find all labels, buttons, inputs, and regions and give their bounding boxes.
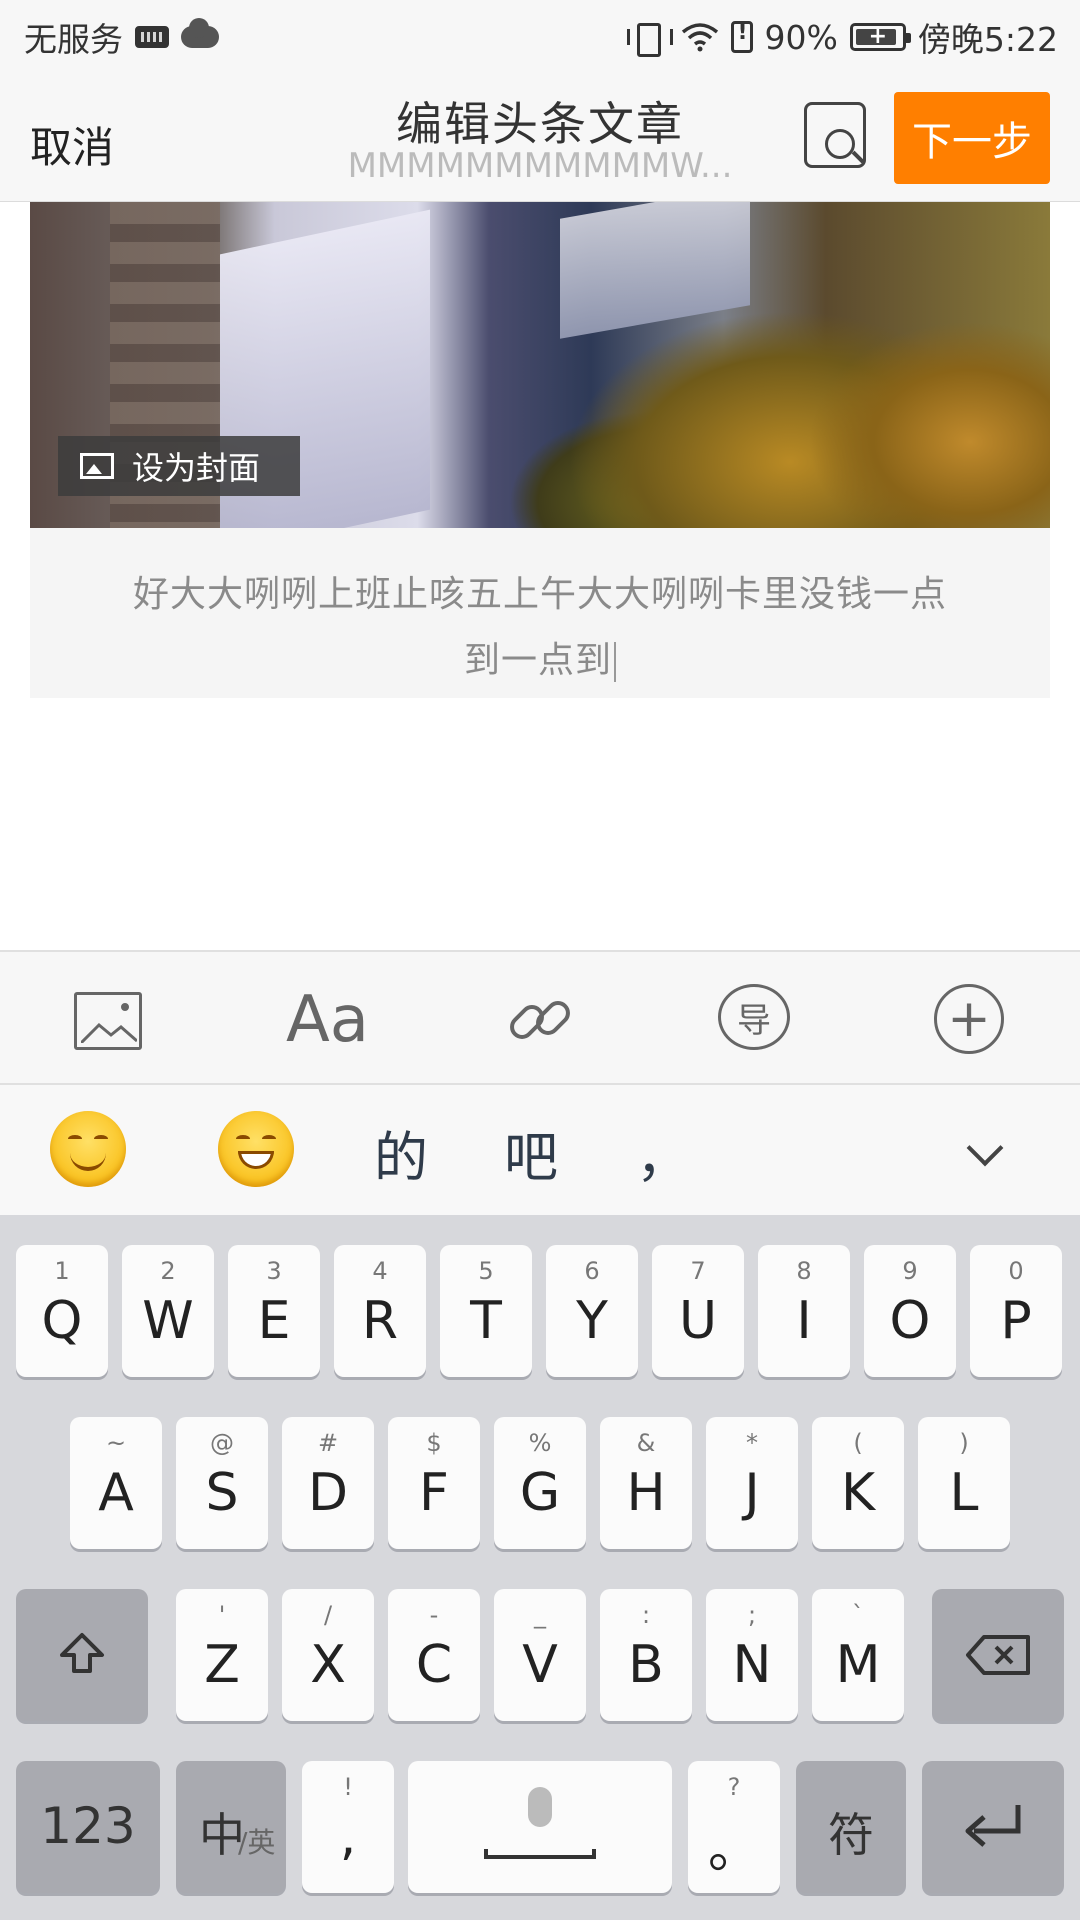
enter-icon — [965, 1805, 1021, 1847]
space-icon — [484, 1849, 596, 1859]
set-cover-button[interactable]: 设为封面 — [58, 436, 300, 496]
caption-line-2: 到一点到 — [100, 628, 980, 694]
keyboard-icon — [135, 26, 169, 48]
chevron-down-icon[interactable] — [966, 1129, 1004, 1167]
key-s[interactable]: @ S — [176, 1417, 268, 1549]
next-step-button[interactable]: 下一步 — [894, 92, 1050, 184]
candidate-word[interactable]: 的 — [374, 1113, 428, 1192]
image-icon — [80, 453, 114, 479]
key-c[interactable]: -C — [388, 1589, 480, 1721]
language-toggle-key[interactable]: 中 /英 — [176, 1761, 286, 1893]
number-mode-key[interactable]: 123 — [16, 1761, 160, 1893]
insert-link-button[interactable] — [504, 984, 576, 1056]
backspace-icon — [966, 1635, 1030, 1675]
smile-emoji[interactable] — [50, 1111, 126, 1187]
page-title: 编辑头条文章 — [396, 97, 684, 151]
key-h[interactable]: & H — [600, 1417, 692, 1549]
keyboard: 1Q 2W 3E 4R 5T 6Y 7U 8I 9O 0P ~ A @ S # D $… — [0, 1215, 1080, 1920]
key-g[interactable]: % G — [494, 1417, 586, 1549]
carrier-label: 无服务 — [24, 20, 123, 59]
key-j[interactable]: * J — [706, 1417, 798, 1549]
backspace-key[interactable] — [932, 1589, 1064, 1721]
page-subtitle: MMMMMMMMMMMW... — [347, 146, 733, 186]
key-y[interactable]: 6Y — [546, 1245, 638, 1377]
key-e[interactable]: 3E — [228, 1245, 320, 1377]
add-button[interactable]: + — [934, 984, 1004, 1054]
battery-charging-icon: + — [849, 23, 911, 51]
key-z[interactable]: ' Z — [176, 1589, 268, 1721]
preview-button[interactable] — [804, 102, 866, 168]
key-q[interactable]: 1Q — [16, 1245, 108, 1377]
key-i[interactable]: 8I — [758, 1245, 850, 1377]
key-l[interactable]: ) L — [918, 1417, 1010, 1549]
editor-toolbar: Aa 导 + — [0, 950, 1080, 1085]
space-key[interactable] — [408, 1761, 672, 1893]
candidate-bar: 的 吧 ， — [0, 1085, 1080, 1215]
set-cover-label: 设为封面 — [132, 449, 261, 487]
key-p[interactable]: 0P — [970, 1245, 1062, 1377]
microphone-icon — [528, 1787, 552, 1827]
link-icon — [510, 1001, 570, 1039]
status-bar: 无服务 90% + 傍晚5:22 — [0, 0, 1080, 74]
comma-key[interactable]: !, — [302, 1761, 394, 1893]
grin-emoji[interactable] — [218, 1111, 294, 1187]
battery-alert-icon — [730, 20, 753, 53]
add-icon: + — [947, 989, 991, 1049]
cloud-icon — [181, 18, 219, 48]
app-header: 取消 编辑头条文章 MMMMMMMMMMMW... 下一步 — [0, 74, 1080, 202]
key-o[interactable]: 9O — [864, 1245, 956, 1377]
wifi-icon — [681, 23, 718, 52]
key-f[interactable]: $ F — [388, 1417, 480, 1549]
insert-image-button[interactable] — [74, 992, 142, 1050]
key-t[interactable]: 5T — [440, 1245, 532, 1377]
key-b[interactable]: :B — [600, 1589, 692, 1721]
shift-key[interactable] — [16, 1589, 148, 1721]
shift-icon — [60, 1633, 104, 1673]
font-format-button[interactable]: Aa — [286, 984, 396, 1056]
image-caption-input[interactable]: 好大大咧咧上班止咳五上午大大咧咧卡里没钱一点 到一点到 — [30, 528, 1050, 698]
symbol-key[interactable]: 符 — [796, 1761, 906, 1893]
key-v[interactable]: _ V — [494, 1589, 586, 1721]
candidate-word[interactable]: ， — [636, 1113, 690, 1192]
image-icon — [81, 1022, 137, 1043]
key-m[interactable]: ` M — [812, 1589, 904, 1721]
key-d[interactable]: # D — [282, 1417, 374, 1549]
key-x[interactable]: / X — [282, 1589, 374, 1721]
candidate-word[interactable]: 吧 — [504, 1113, 558, 1192]
clock: 傍晚5:22 — [917, 20, 1058, 59]
key-a[interactable]: ~ A — [70, 1417, 162, 1549]
key-r[interactable]: 4R — [334, 1245, 426, 1377]
caption-line-1: 好大大咧咧上班止咳五上午大大咧咧卡里没钱一点 — [132, 574, 947, 615]
vibrate-icon — [625, 21, 673, 57]
period-key[interactable]: ?。 — [688, 1761, 780, 1893]
guide-button[interactable]: 导 — [718, 984, 790, 1050]
battery-percent: 90% — [764, 17, 838, 57]
preview-search-icon — [825, 129, 855, 159]
enter-key[interactable] — [922, 1761, 1064, 1893]
key-n[interactable]: ; N — [706, 1589, 798, 1721]
key-k[interactable]: (K — [812, 1417, 904, 1549]
cancel-button[interactable]: 取消 — [30, 114, 114, 175]
key-u[interactable]: 7U — [652, 1245, 744, 1377]
guide-icon: 导 — [737, 1000, 771, 1041]
key-w[interactable]: 2W — [122, 1245, 214, 1377]
text-cursor — [614, 642, 616, 682]
